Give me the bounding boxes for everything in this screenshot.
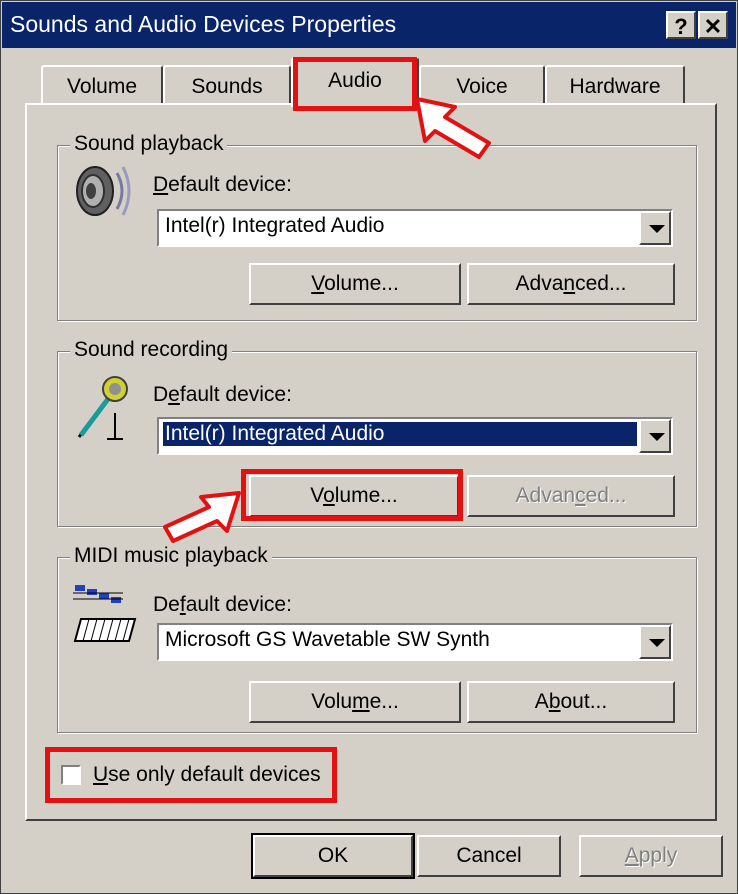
- apply-button[interactable]: Apply: [579, 835, 723, 877]
- speaker-icon: [76, 166, 131, 216]
- playback-volume-button[interactable]: Volume...: [249, 263, 461, 305]
- tab-sounds[interactable]: Sounds: [163, 65, 291, 105]
- ok-button[interactable]: OK: [251, 833, 415, 879]
- recording-advanced-button[interactable]: Advanced...: [467, 475, 675, 517]
- use-default-devices-checkbox[interactable]: [61, 765, 81, 785]
- chevron-down-icon[interactable]: [639, 625, 671, 659]
- window-title: Sounds and Audio Devices Properties: [10, 11, 397, 37]
- tab-audio[interactable]: Audio: [291, 57, 419, 107]
- playback-device-value: Intel(r) Integrated Audio: [165, 214, 385, 237]
- close-button[interactable]: ✕: [698, 11, 728, 39]
- recording-default-device-label: Default device:: [153, 383, 292, 406]
- chevron-down-icon[interactable]: [639, 211, 671, 245]
- tab-hardware[interactable]: Hardware: [545, 65, 685, 105]
- playback-default-device-label: Default device:: [153, 173, 292, 196]
- chevron-down-icon[interactable]: [639, 419, 671, 453]
- midi-about-button[interactable]: About...: [467, 681, 675, 723]
- cancel-button[interactable]: Cancel: [417, 835, 561, 877]
- title-bar[interactable]: Sounds and Audio Devices Properties ? ✕: [2, 2, 736, 48]
- annotation-arrow-icon: [415, 97, 491, 159]
- microphone-icon: [77, 376, 128, 440]
- midi-device-value: Microsoft GS Wavetable SW Synth: [165, 628, 490, 651]
- midi-volume-button[interactable]: Volume...: [249, 681, 461, 723]
- midi-playback-legend: MIDI music playback: [70, 544, 272, 568]
- dialog-window: Sounds and Audio Devices Properties ? ✕ …: [0, 0, 738, 894]
- midi-keyboard-icon: [73, 585, 137, 642]
- sound-playback-legend: Sound playback: [70, 132, 228, 156]
- midi-device-select[interactable]: Microsoft GS Wavetable SW Synth: [157, 623, 673, 661]
- midi-default-device-label: Default device:: [153, 593, 292, 616]
- help-button[interactable]: ?: [666, 11, 696, 39]
- recording-volume-button[interactable]: Volume...: [249, 475, 459, 517]
- annotation-arrow-icon: [163, 491, 241, 543]
- playback-advanced-button[interactable]: Advanced...: [467, 263, 675, 305]
- sound-recording-legend: Sound recording: [70, 338, 233, 362]
- playback-device-select[interactable]: Intel(r) Integrated Audio: [157, 209, 673, 247]
- recording-device-select[interactable]: Intel(r) Integrated Audio: [157, 417, 673, 455]
- tab-volume[interactable]: Volume: [41, 65, 163, 105]
- use-default-devices-label[interactable]: Use only default devices: [93, 763, 321, 787]
- recording-device-value: Intel(r) Integrated Audio: [162, 421, 638, 447]
